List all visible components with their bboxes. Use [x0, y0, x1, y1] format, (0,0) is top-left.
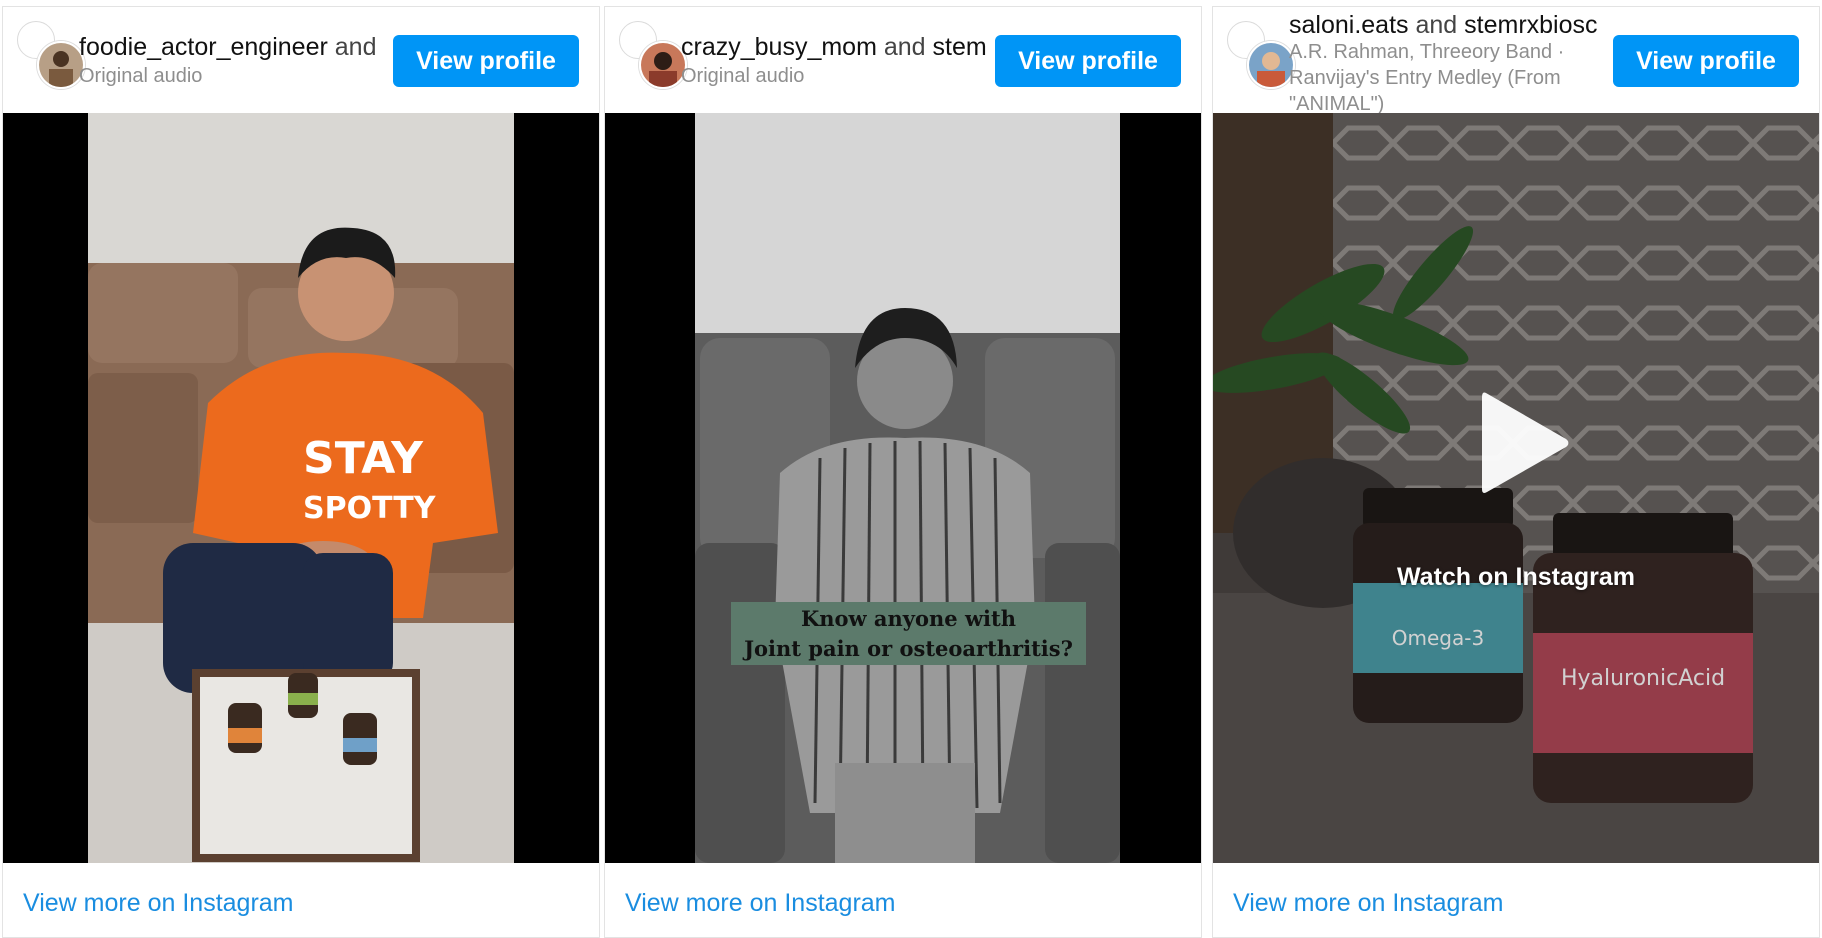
view-more-link[interactable]: View more on Instagram: [1233, 889, 1504, 918]
username-link[interactable]: foodie_actor_engineer: [79, 33, 328, 61]
watch-on-instagram-label[interactable]: Watch on Instagram: [1213, 563, 1819, 592]
play-icon[interactable]: [1456, 383, 1576, 503]
video-frame-image: STAY SPOTTY: [3, 113, 599, 863]
account-names: crazy_busy_mom and stem: [681, 33, 991, 62]
video-preview[interactable]: Know anyone with Joint pain or osteoarth…: [605, 113, 1201, 863]
account-names: foodie_actor_engineer and: [79, 33, 389, 62]
overlay-caption: Know anyone with Joint pain or osteoarth…: [731, 602, 1086, 665]
card-header: crazy_busy_mom and stem Original audio V…: [605, 7, 1201, 107]
video-preview[interactable]: STAY SPOTTY: [3, 113, 599, 863]
card-header: saloni.eats and stemrxbiosc A.R. Rahman,…: [1213, 7, 1819, 113]
collaborator-link[interactable]: stemrxbiosc: [1464, 11, 1597, 39]
instagram-embed-card: crazy_busy_mom and stem Original audio V…: [604, 6, 1202, 938]
instagram-embed-card: foodie_actor_engineer and Original audio…: [2, 6, 600, 938]
and-text: and: [334, 33, 377, 61]
card-footer: View more on Instagram: [3, 863, 599, 937]
view-profile-button[interactable]: View profile: [1613, 35, 1799, 87]
svg-text:SPOTTY: SPOTTY: [303, 491, 437, 526]
and-text: and: [883, 33, 926, 61]
audio-subtitle[interactable]: Original audio: [79, 65, 389, 88]
video-preview[interactable]: Omega-3 HyaluronicAcid Watch on Instagra…: [1213, 113, 1819, 863]
avatar[interactable]: [37, 41, 85, 89]
username-link[interactable]: crazy_busy_mom: [681, 33, 877, 61]
card-footer: View more on Instagram: [605, 863, 1201, 937]
caption-line: Joint pain or osteoarthritis?: [744, 636, 1073, 661]
audio-subtitle[interactable]: Original audio: [681, 65, 991, 88]
account-names: saloni.eats and stemrxbiosc: [1289, 11, 1599, 40]
caption-line: Know anyone with: [801, 606, 1016, 631]
view-profile-button[interactable]: View profile: [393, 35, 579, 87]
view-profile-button[interactable]: View profile: [995, 35, 1181, 87]
audio-subtitle[interactable]: A.R. Rahman, Threeory Band · Ranvijay's …: [1289, 39, 1599, 113]
svg-text:STAY: STAY: [303, 433, 424, 484]
card-header: foodie_actor_engineer and Original audio…: [3, 7, 599, 107]
view-more-link[interactable]: View more on Instagram: [625, 889, 896, 918]
view-more-link[interactable]: View more on Instagram: [23, 889, 294, 918]
video-frame-image: [605, 113, 1201, 863]
avatar[interactable]: [639, 41, 687, 89]
and-text: and: [1415, 11, 1458, 39]
avatar[interactable]: [1247, 41, 1295, 89]
username-link[interactable]: saloni.eats: [1289, 11, 1409, 39]
instagram-embed-card: saloni.eats and stemrxbiosc A.R. Rahman,…: [1212, 6, 1820, 938]
collaborator-link[interactable]: stem: [933, 33, 987, 61]
card-footer: View more on Instagram: [1213, 863, 1819, 937]
